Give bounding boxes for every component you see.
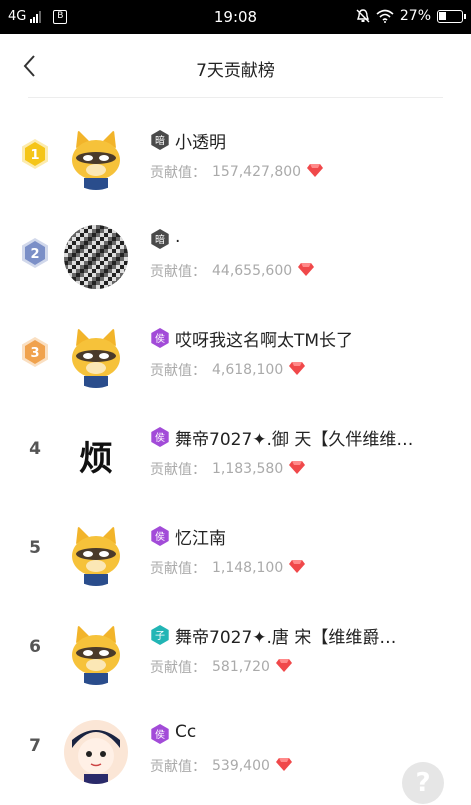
ranking-list: 1 暗小透明 贡献值： 157,427,800 2 暗. 贡献值： 44,655,600 3 侯哎…	[0, 98, 471, 791]
contribution-value: 贡献值： 581,720	[150, 657, 292, 677]
svg-text:侯: 侯	[155, 431, 165, 444]
rank-row[interactable]: 7 侯 Cc 贡献值： 539,400	[0, 692, 471, 791]
rank-row[interactable]: 2 暗. 贡献值： 44,655,600	[0, 197, 471, 296]
avatar[interactable]	[64, 126, 128, 190]
wifi-icon	[376, 9, 394, 23]
contribution-label: 贡献值：	[150, 561, 206, 577]
contribution-label: 贡献值：	[150, 660, 206, 676]
rank-badge-gold-icon: 1	[20, 138, 50, 170]
user-name[interactable]: Cc	[175, 722, 196, 742]
level-badge-icon: 侯	[150, 427, 170, 447]
contribution-label: 贡献值：	[150, 462, 206, 478]
contribution-value: 贡献值： 1,148,100	[150, 558, 306, 578]
status-bar: 4G B 19:08 27%	[0, 0, 471, 34]
contribution-amount: 44,655,600	[212, 263, 293, 279]
svg-text:暗: 暗	[155, 134, 165, 147]
help-button[interactable]: ?	[402, 762, 444, 804]
svg-text:暗: 暗	[155, 233, 165, 246]
rank-number: 7	[29, 736, 41, 756]
avatar[interactable]	[64, 522, 128, 586]
gem-icon	[307, 163, 324, 181]
contribution-value: 贡献值： 4,618,100	[150, 360, 306, 380]
contribution-value: 贡献值： 539,400	[150, 756, 292, 776]
gem-icon	[275, 757, 292, 775]
user-name[interactable]: 小透明	[175, 128, 226, 153]
contribution-label: 贡献值：	[150, 264, 206, 280]
svg-text:1: 1	[30, 148, 39, 163]
svg-text:3: 3	[30, 346, 39, 361]
navigation-bar: 7天贡献榜	[0, 34, 471, 98]
contribution-amount: 581,720	[212, 659, 270, 675]
gem-icon	[289, 460, 306, 478]
gem-icon	[298, 262, 315, 280]
gem-icon	[275, 658, 292, 676]
avatar[interactable]: 烦	[64, 423, 128, 487]
contribution-value: 贡献值： 1,183,580	[150, 459, 306, 479]
rank-row[interactable]: 5 侯忆江南贡献值： 1,148,100	[0, 494, 471, 593]
contribution-amount: 1,183,580	[212, 461, 284, 477]
rank-row[interactable]: 4 烦 侯舞帝7027✦.御 天【久伴维维… 贡献值： 1,183,580	[0, 395, 471, 494]
page-title: 7天贡献榜	[196, 61, 275, 81]
rank-badge-silver-icon: 2	[20, 237, 50, 269]
rank-row[interactable]: 3 侯哎呀我这名啊太TM长了贡献值： 4,618,100	[0, 296, 471, 395]
user-name[interactable]: 哎呀我这名啊太TM长了	[175, 326, 353, 351]
svg-text:子: 子	[155, 630, 165, 642]
contribution-label: 贡献值：	[150, 165, 206, 181]
contribution-amount: 1,148,100	[212, 560, 284, 576]
level-badge-icon: 子	[150, 625, 170, 645]
gem-icon	[289, 361, 306, 379]
level-badge-icon: 侯	[150, 328, 170, 348]
rank-row[interactable]: 1 暗小透明贡献值： 157,427,800	[0, 98, 471, 197]
battery-icon	[437, 9, 466, 23]
user-name[interactable]: 舞帝7027✦.御 天【久伴维维…	[175, 425, 413, 450]
avatar[interactable]	[64, 720, 128, 784]
level-badge-icon: 侯	[150, 724, 170, 744]
level-badge-icon: 暗	[150, 229, 170, 249]
level-badge-icon: 侯	[150, 526, 170, 546]
contribution-label: 贡献值：	[150, 759, 206, 775]
status-right: 27%	[356, 8, 466, 24]
svg-text:侯: 侯	[155, 530, 165, 543]
rank-number: 4	[29, 439, 41, 459]
rank-number: 5	[29, 538, 41, 558]
level-badge-icon: 暗	[150, 130, 170, 150]
contribution-value: 贡献值： 157,427,800	[150, 162, 324, 182]
svg-text:2: 2	[30, 247, 39, 262]
battery-percent: 27%	[399, 8, 431, 24]
avatar[interactable]	[64, 225, 128, 289]
user-name[interactable]: .	[175, 227, 180, 247]
rank-badge-bronze-icon: 3	[20, 336, 50, 368]
gem-icon	[289, 559, 306, 577]
mute-icon	[356, 9, 370, 23]
contribution-amount: 157,427,800	[212, 164, 302, 180]
svg-text:侯: 侯	[155, 332, 165, 345]
contribution-amount: 539,400	[212, 758, 270, 774]
rank-row[interactable]: 6 子舞帝7027✦.唐 宋【维维爵… 贡献值： 581,720	[0, 593, 471, 692]
contribution-value: 贡献值： 44,655,600	[150, 261, 315, 281]
user-name[interactable]: 舞帝7027✦.唐 宋【维维爵…	[175, 623, 396, 648]
contribution-amount: 4,618,100	[212, 362, 284, 378]
user-name[interactable]: 忆江南	[175, 524, 226, 549]
contribution-label: 贡献值：	[150, 363, 206, 379]
avatar[interactable]	[64, 324, 128, 388]
svg-text:侯: 侯	[155, 728, 165, 741]
rank-number: 6	[29, 637, 41, 657]
avatar[interactable]	[64, 621, 128, 685]
